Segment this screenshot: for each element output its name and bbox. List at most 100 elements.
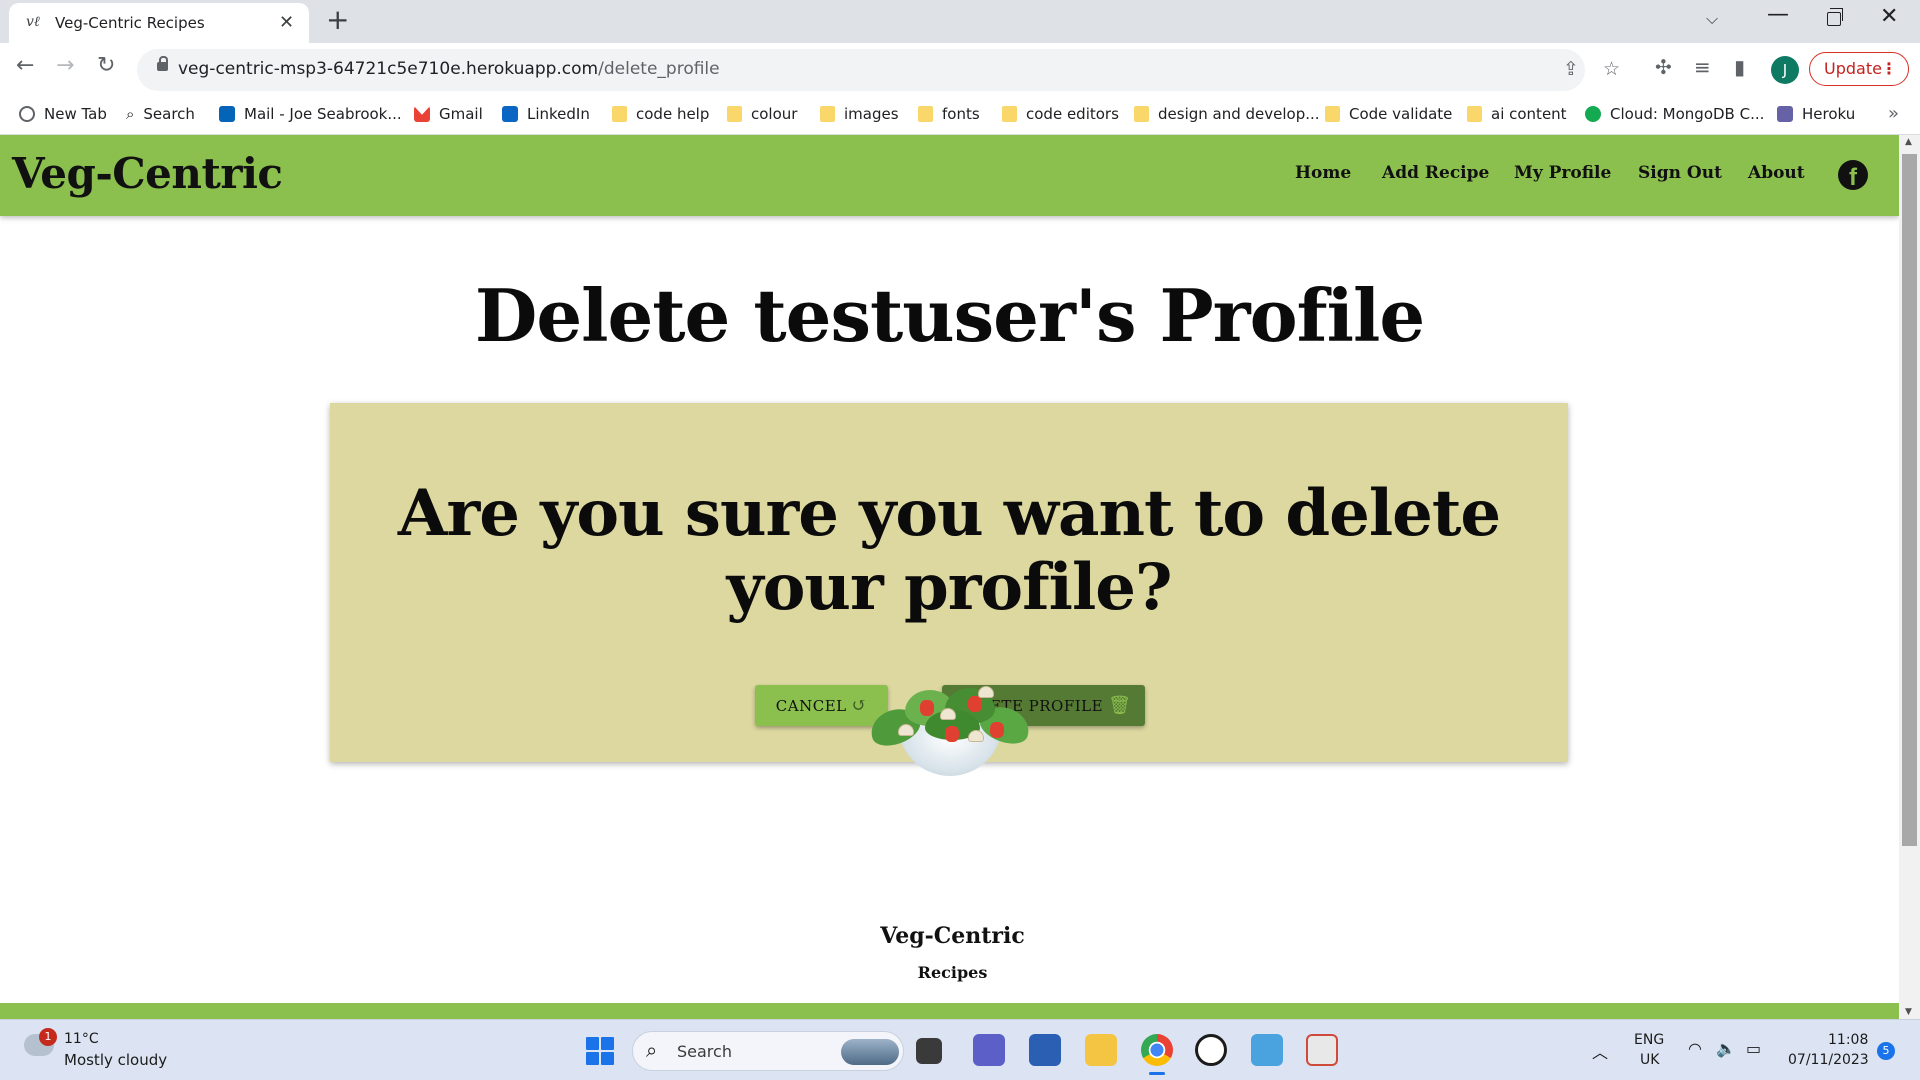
folder-icon [1467, 106, 1482, 122]
address-bar[interactable]: veg-centric-msp3-64721c5e710e.herokuapp.… [137, 49, 1620, 91]
bookmark-folder-code-validate[interactable]: Code validate [1325, 105, 1452, 123]
new-tab-button[interactable]: + [326, 6, 349, 34]
scrollbar-thumb[interactable] [1902, 154, 1917, 846]
site-favicon-icon: vℓ [26, 14, 40, 30]
taskbar-search-placeholder: Search [677, 1042, 732, 1061]
heroku-icon [1777, 106, 1793, 122]
chrome-app-icon[interactable] [1141, 1034, 1173, 1075]
bookmark-folder-colour[interactable]: colour [727, 105, 797, 123]
tab-search-chevron-icon[interactable]: ⌵ [1706, 9, 1718, 29]
clock-time[interactable]: 11:08 [1828, 1032, 1868, 1048]
nav-link-add-recipe[interactable]: Add Recipe [1382, 163, 1489, 183]
bookmark-mongodb[interactable]: Cloud: MongoDB C... [1585, 105, 1764, 123]
more-bookmarks-chevron-icon[interactable]: » [1888, 103, 1899, 124]
mongodb-leaf-icon [1585, 106, 1601, 122]
scroll-up-arrow-icon[interactable]: ▲ [1905, 137, 1912, 147]
snipping-tool-icon[interactable] [1306, 1034, 1338, 1066]
facebook-icon[interactable]: f [1838, 160, 1868, 190]
language-region[interactable]: UK [1640, 1052, 1659, 1068]
folder-icon [727, 106, 742, 122]
folder-icon [1002, 106, 1017, 122]
nav-link-about[interactable]: About [1748, 163, 1805, 183]
footer-logo-subtitle: Recipes [917, 963, 988, 982]
browser-toolbar: ← → ↻ veg-centric-msp3-64721c5e710e.hero… [0, 43, 1920, 97]
back-arrow-icon[interactable]: ← [16, 55, 34, 77]
media-queue-icon[interactable]: ≡ [1694, 55, 1711, 79]
linkedin-icon [502, 106, 518, 122]
bookmark-heroku[interactable]: Heroku [1777, 105, 1855, 123]
bookmark-folder-code-help[interactable]: code help [612, 105, 709, 123]
nav-link-home[interactable]: Home [1295, 163, 1351, 183]
page-viewport: Veg-Centric Home Add Recipe My Profile S… [0, 135, 1899, 1019]
page-title: Delete testuser's Profile [474, 273, 1425, 358]
bookmark-folder-fonts[interactable]: fonts [918, 105, 980, 123]
globe-app-icon[interactable] [1251, 1034, 1283, 1066]
lock-icon [157, 56, 168, 71]
confirmation-question: Are you sure you want to delete your pro… [397, 476, 1501, 625]
folder-icon [612, 106, 627, 122]
trash-icon: 🗑 [1108, 695, 1132, 716]
language-code[interactable]: ENG [1634, 1032, 1664, 1048]
window-restore-button[interactable] [1827, 8, 1843, 26]
teams-chat-icon[interactable] [973, 1034, 1005, 1066]
bookmark-star-icon[interactable]: ☆ [1603, 58, 1620, 80]
bookmark-search[interactable]: ⌕ Search [126, 105, 195, 123]
taskbar-search-box[interactable]: ⌕ Search [632, 1031, 904, 1071]
scroll-down-arrow-icon[interactable]: ▼ [1905, 1007, 1912, 1017]
folder-icon [1325, 106, 1340, 122]
bookmark-mail[interactable]: Mail - Joe Seabrook... [219, 105, 402, 123]
profile-avatar[interactable]: J [1771, 56, 1799, 84]
share-icon[interactable]: ⇪ [1563, 58, 1579, 80]
folder-icon [820, 106, 835, 122]
bookmark-linkedin[interactable]: LinkedIn [502, 105, 590, 123]
browser-tab-strip: vℓ Veg-Centric Recipes ✕ + ⌵ — ✕ [0, 0, 1920, 43]
search-icon: ⌕ [646, 1038, 658, 1062]
bookmark-folder-images[interactable]: images [820, 105, 899, 123]
windows-taskbar: 1 11°C Mostly cloudy ⌕ Search ︿ ENG UK ◠… [0, 1019, 1920, 1080]
browser-tab[interactable]: vℓ Veg-Centric Recipes ✕ [9, 3, 309, 43]
search-highlight-image [841, 1039, 899, 1065]
volume-icon[interactable]: 🔈 [1716, 1039, 1736, 1058]
show-hidden-icons-chevron-icon[interactable]: ︿ [1592, 1039, 1608, 1063]
site-navbar: Veg-Centric Home Add Recipe My Profile S… [0, 135, 1899, 216]
tab-title: Veg-Centric Recipes [55, 14, 205, 32]
battery-icon[interactable]: ▭ [1746, 1039, 1761, 1058]
weather-temperature[interactable]: 11°C [64, 1031, 99, 1047]
search-icon: ⌕ [126, 105, 135, 123]
cancel-button-label: CANCEL [775, 696, 847, 715]
page-scrollbar[interactable]: ▲ ▼ [1899, 135, 1920, 1019]
tab-close-icon[interactable]: ✕ [279, 12, 294, 33]
bookmark-folder-code-editors[interactable]: code editors [1002, 105, 1119, 123]
extensions-puzzle-icon[interactable]: ✣ [1655, 55, 1672, 79]
notification-count-badge[interactable]: 5 [1877, 1042, 1895, 1060]
url-text: veg-centric-msp3-64721c5e710e.herokuapp.… [178, 59, 720, 79]
task-view-icon[interactable] [916, 1038, 942, 1064]
wifi-icon[interactable]: ◠ [1688, 1039, 1702, 1058]
microsoft-store-icon[interactable] [1029, 1034, 1061, 1066]
windows-start-icon[interactable] [586, 1037, 614, 1065]
footer-logo-name: Veg-Centric [880, 923, 1025, 949]
gmail-icon [414, 106, 430, 122]
window-close-button[interactable]: ✕ [1880, 4, 1898, 29]
bookmark-gmail[interactable]: Gmail [414, 105, 483, 123]
file-explorer-icon[interactable] [1085, 1034, 1117, 1066]
salad-bowl-logo-image [850, 680, 1050, 800]
side-panel-icon[interactable]: ▮ [1734, 55, 1745, 79]
nav-link-sign-out[interactable]: Sign Out [1638, 163, 1722, 183]
clock-date[interactable]: 07/11/2023 [1788, 1052, 1869, 1068]
globe-icon [19, 106, 35, 122]
nav-link-my-profile[interactable]: My Profile [1514, 163, 1611, 183]
folder-icon [918, 106, 933, 122]
window-minimize-button[interactable]: — [1767, 2, 1789, 27]
bookmark-folder-ai-content[interactable]: ai content [1467, 105, 1567, 123]
dell-app-icon[interactable] [1195, 1034, 1227, 1066]
weather-alert-badge: 1 [39, 1028, 57, 1046]
bookmark-new-tab[interactable]: New Tab [19, 105, 107, 123]
menu-dots-icon: ⋮ [1881, 59, 1897, 78]
forward-arrow-icon[interactable]: → [56, 55, 74, 77]
site-brand-logo[interactable]: Veg-Centric [12, 149, 283, 198]
update-button[interactable]: Update ⋮ [1809, 52, 1909, 86]
weather-description[interactable]: Mostly cloudy [64, 1051, 167, 1069]
reload-icon[interactable]: ↻ [97, 55, 115, 77]
bookmark-folder-design[interactable]: design and develop... [1134, 105, 1320, 123]
